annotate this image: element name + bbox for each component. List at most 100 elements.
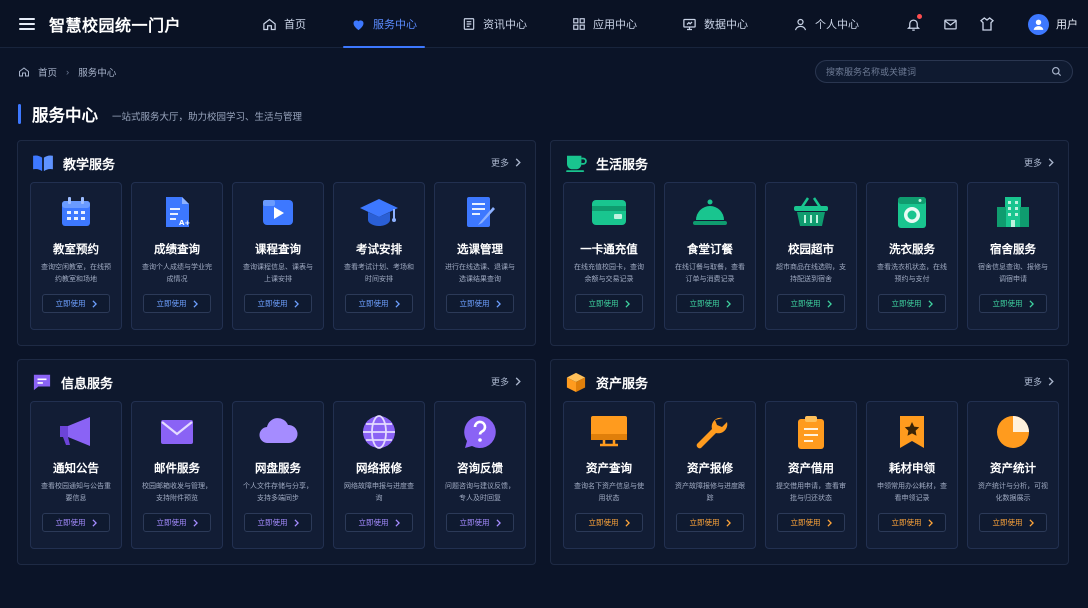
use-now-label: 立即使用 xyxy=(588,518,619,527)
use-now-button[interactable]: 立即使用 xyxy=(676,294,744,313)
service-card[interactable]: 课程查询 查询课程信息、课表与上课安排 立即使用 xyxy=(232,182,324,330)
nav-item-app-center[interactable]: 应用中心 xyxy=(560,0,649,48)
nav-label: 资讯中心 xyxy=(483,19,527,31)
use-now-button[interactable]: 立即使用 xyxy=(446,294,514,313)
hamburger-menu-icon[interactable] xyxy=(19,17,35,30)
service-card[interactable]: 宿舍服务 宿舍信息查询、报修与调宿申请 立即使用 xyxy=(967,182,1059,330)
service-card[interactable]: 选课管理 进行在线选课、退课与选课结果查询 立即使用 xyxy=(434,182,526,330)
use-now-button[interactable]: 立即使用 xyxy=(878,294,946,313)
card-title: 邮件服务 xyxy=(154,463,200,475)
service-card[interactable]: 咨询反馈 问题咨询与建议反馈，专人及时回复 立即使用 xyxy=(434,401,526,549)
nav-item-personal-center[interactable]: 个人中心 xyxy=(781,0,871,48)
chevron-right-icon xyxy=(515,377,521,386)
nav-label: 应用中心 xyxy=(593,19,637,31)
service-card[interactable]: 资产报修 资产故障报修与进度跟踪 立即使用 xyxy=(664,401,756,549)
document-icon xyxy=(463,18,475,30)
service-card[interactable]: 教室预约 查询空闲教室，在线预约教室和场地 立即使用 xyxy=(30,182,122,330)
service-card[interactable]: 食堂订餐 在线订餐与取餐，查看订单与消费记录 立即使用 xyxy=(664,182,756,330)
user-icon xyxy=(794,18,807,30)
service-card[interactable]: 耗材申领 申领常用办公耗材，查看申领记录 立即使用 xyxy=(866,401,958,549)
teaching-services-panel: 教学服务 更多 教室预约 查询空闲教室，在线预约教室和场地 立即使用 A+ 成绩… xyxy=(17,140,536,346)
use-now-button[interactable]: 立即使用 xyxy=(42,513,110,532)
chevron-right-icon xyxy=(826,518,832,527)
chevron-right-icon xyxy=(91,518,97,527)
chevron-right-icon xyxy=(394,299,400,308)
card-title: 通知公告 xyxy=(53,463,99,475)
search-icon[interactable] xyxy=(1051,66,1062,77)
card-title: 选课管理 xyxy=(457,244,503,256)
use-now-button[interactable]: 立即使用 xyxy=(676,513,744,532)
more-link[interactable]: 更多 xyxy=(491,156,521,169)
nav-item-home[interactable]: 首页 xyxy=(250,0,318,48)
service-card[interactable]: 邮件服务 校园邮箱收发与管理，支持附件预览 立即使用 xyxy=(131,401,223,549)
card-description: 在线充值校园卡，查询余额与交易记录 xyxy=(574,264,644,283)
use-now-button[interactable]: 立即使用 xyxy=(979,294,1047,313)
more-link[interactable]: 更多 xyxy=(1024,156,1054,169)
grid-icon xyxy=(573,18,585,30)
nav-item-service-center[interactable]: 服务中心 xyxy=(339,0,429,48)
bell-icon[interactable] xyxy=(904,14,922,33)
use-now-button[interactable]: 立即使用 xyxy=(777,513,845,532)
service-card[interactable]: 网盘服务 个人文件存储与分享，支持多端同步 立即使用 xyxy=(232,401,324,549)
chevron-right-icon xyxy=(394,518,400,527)
card-description: 个人文件存储与分享，支持多端同步 xyxy=(243,483,313,502)
shirt-icon[interactable] xyxy=(978,15,996,33)
use-now-button[interactable]: 立即使用 xyxy=(345,294,413,313)
video-play-icon xyxy=(263,200,293,225)
globe-icon xyxy=(363,415,395,449)
wallet-card-icon xyxy=(592,200,626,225)
card-title: 洗衣服务 xyxy=(889,244,935,256)
use-now-label: 立即使用 xyxy=(689,518,720,527)
service-card[interactable]: 校园超市 超市商品在线选购，支持配送到宿舍 立即使用 xyxy=(765,182,857,330)
use-now-button[interactable]: 立即使用 xyxy=(575,294,643,313)
nav-item-data-center[interactable]: 数据中心 xyxy=(670,0,760,48)
nav-item-news-center[interactable]: 资讯中心 xyxy=(450,0,539,48)
use-now-button[interactable]: 立即使用 xyxy=(878,513,946,532)
use-now-button[interactable]: 立即使用 xyxy=(575,513,643,532)
use-now-label: 立即使用 xyxy=(891,518,922,527)
card-description: 宿舍信息查询、报修与调宿申请 xyxy=(978,264,1048,283)
search-input[interactable] xyxy=(826,66,1051,77)
use-now-button[interactable]: 立即使用 xyxy=(979,513,1047,532)
top-navigation-bar: 智慧校园统一门户 首页 服务中心 资讯中心 应用中心 数据中心 个人中心 用户 xyxy=(0,0,1088,48)
use-now-button[interactable]: 立即使用 xyxy=(777,294,845,313)
use-now-button[interactable]: 立即使用 xyxy=(345,513,413,532)
service-card[interactable]: 考试安排 查看考试计划、考场和时间安排 立即使用 xyxy=(333,182,425,330)
card-title: 网络报修 xyxy=(356,463,402,475)
service-card[interactable]: A+ 成绩查询 查询个人成绩与学业完成情况 立即使用 xyxy=(131,182,223,330)
use-now-label: 立即使用 xyxy=(257,518,288,527)
service-card[interactable]: 资产借用 提交借用申请，查看审批与归还状态 立即使用 xyxy=(765,401,857,549)
card-description: 查看考试计划、考场和时间安排 xyxy=(344,264,414,283)
washing-machine-icon xyxy=(898,197,926,228)
service-card[interactable]: 通知公告 查看校园通知与公告重要信息 立即使用 xyxy=(30,401,122,549)
use-now-button[interactable]: 立即使用 xyxy=(143,294,211,313)
mail-icon[interactable] xyxy=(941,15,959,33)
service-card[interactable]: 网络报修 网络故障申报与进度查询 立即使用 xyxy=(333,401,425,549)
service-card[interactable]: 资产统计 资产统计与分析，可视化数据展示 立即使用 xyxy=(967,401,1059,549)
coffee-cup-icon xyxy=(566,155,587,172)
avatar[interactable] xyxy=(1028,13,1049,35)
more-link[interactable]: 更多 xyxy=(1024,375,1054,388)
service-card[interactable]: 洗衣服务 查看洗衣机状态，在线预约与支付 立即使用 xyxy=(866,182,958,330)
use-now-button[interactable]: 立即使用 xyxy=(143,513,211,532)
use-now-label: 立即使用 xyxy=(358,518,389,527)
chevron-right-icon xyxy=(91,299,97,308)
panel-header: 信息服务 更多 xyxy=(32,372,521,392)
use-now-button[interactable]: 立即使用 xyxy=(244,294,312,313)
service-card[interactable]: 资产查询 查询名下资产信息与使用状态 立即使用 xyxy=(563,401,655,549)
use-now-button[interactable]: 立即使用 xyxy=(42,294,110,313)
home-icon[interactable] xyxy=(18,66,30,78)
more-link[interactable]: 更多 xyxy=(491,375,521,388)
breadcrumb-home[interactable]: 首页 xyxy=(38,65,57,79)
food-cloche-icon xyxy=(693,199,727,225)
user-label[interactable]: 用户 xyxy=(1056,16,1078,32)
nav-label: 数据中心 xyxy=(704,19,748,31)
card-description: 查询个人成绩与学业完成情况 xyxy=(142,264,212,283)
card-description: 查询课程信息、课表与上课安排 xyxy=(243,264,313,283)
breadcrumb-current: 服务中心 xyxy=(78,68,117,79)
use-now-button[interactable]: 立即使用 xyxy=(446,513,514,532)
service-card[interactable]: 一卡通充值 在线充值校园卡，查询余额与交易记录 立即使用 xyxy=(563,182,655,330)
card-description: 校园邮箱收发与管理，支持附件预览 xyxy=(142,483,212,502)
use-now-button[interactable]: 立即使用 xyxy=(244,513,312,532)
card-title: 资产借用 xyxy=(788,463,834,475)
